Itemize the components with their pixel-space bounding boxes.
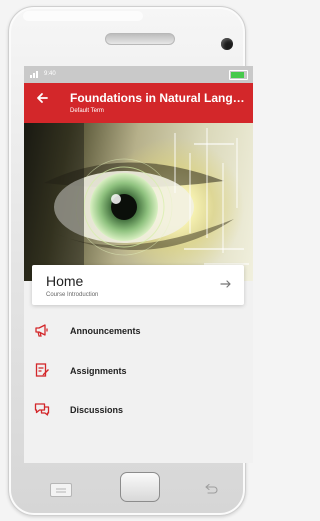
- signal-icon: [30, 71, 38, 78]
- home-subtitle: Course Introduction: [46, 292, 99, 298]
- back-button[interactable]: [36, 92, 48, 108]
- app-bar: Foundations in Natural Langu... Default …: [24, 83, 253, 123]
- eye-icon: [24, 123, 234, 281]
- nav-label-assignments: Assignments: [70, 366, 127, 376]
- arrow-right-icon: [220, 278, 232, 293]
- nav-label-announcements: Announcements: [70, 326, 141, 336]
- nav-item-discussions[interactable]: Discussions: [24, 395, 253, 425]
- phone-sheen: [23, 11, 143, 21]
- phone-screen: 9:40 Foundations in Natural Langu... Def…: [24, 66, 253, 463]
- nav-item-announcements[interactable]: Announcements: [24, 316, 253, 346]
- assignment-icon: [35, 363, 49, 377]
- back-hardware-button[interactable]: [204, 483, 218, 497]
- course-title: Foundations in Natural Langu...: [70, 91, 248, 105]
- home-hardware-button[interactable]: [120, 472, 160, 502]
- course-hero-image: [24, 123, 253, 281]
- course-term: Default Term: [70, 108, 104, 114]
- nav-item-assignments[interactable]: Assignments: [24, 356, 253, 386]
- nav-label-discussions: Discussions: [70, 405, 124, 415]
- return-icon: [205, 483, 218, 494]
- menu-hardware-button[interactable]: [50, 483, 72, 497]
- home-card[interactable]: Home Course Introduction: [32, 265, 244, 305]
- course-menu: Home Course Introduction Announcements A…: [24, 265, 253, 463]
- status-bar: 9:40: [24, 66, 253, 83]
- menu-lines-icon: [56, 488, 66, 493]
- speaker-grille: [105, 33, 175, 45]
- status-text-left: 9:40: [44, 71, 56, 77]
- front-camera: [221, 38, 233, 50]
- battery-icon: [229, 70, 248, 80]
- arrow-left-icon: [37, 93, 48, 103]
- chat-icon: [34, 403, 50, 416]
- home-title: Home: [46, 273, 84, 289]
- megaphone-icon: [35, 324, 48, 337]
